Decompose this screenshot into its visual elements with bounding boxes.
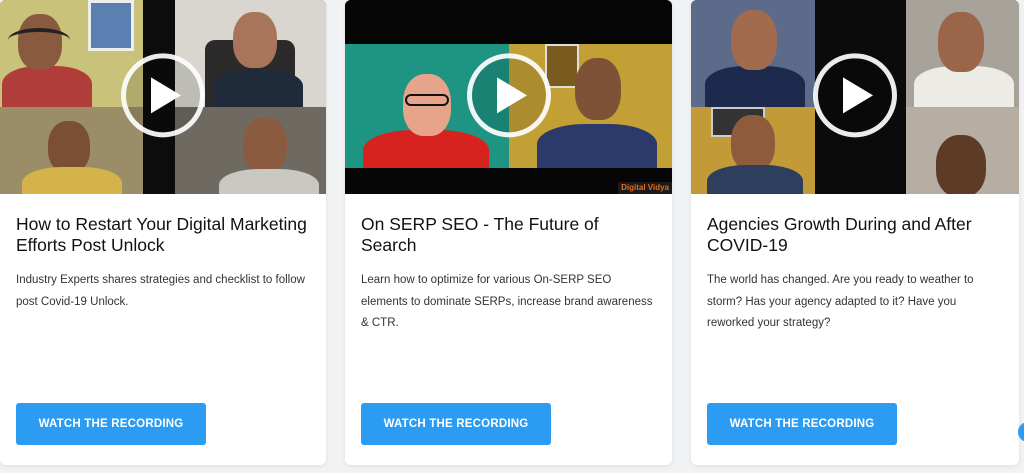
watch-recording-button[interactable]: WATCH THE RECORDING bbox=[361, 403, 551, 445]
card-description: Industry Experts shares strategies and c… bbox=[16, 274, 305, 308]
brand-watermark: Digital Vidya bbox=[618, 182, 672, 194]
card-description: The world has changed. Are you ready to … bbox=[707, 274, 974, 329]
play-icon bbox=[151, 77, 181, 114]
play-button[interactable] bbox=[466, 53, 551, 138]
card-title: How to Restart Your Digital Marketing Ef… bbox=[16, 214, 307, 255]
video-thumbnail[interactable]: Digital Vidya bbox=[345, 0, 672, 194]
card-title: Agencies Growth During and After COVID-1… bbox=[707, 214, 972, 255]
webinar-card: Digital Vidya On SERP SEO - The Future o… bbox=[345, 0, 672, 465]
play-button[interactable] bbox=[813, 53, 897, 138]
webinar-card: How to Restart Your Digital Marketing Ef… bbox=[0, 0, 326, 465]
play-icon bbox=[843, 77, 873, 114]
play-button[interactable] bbox=[121, 53, 205, 138]
webinar-card: Agencies Growth During and After COVID-1… bbox=[691, 0, 1019, 465]
video-thumbnail[interactable] bbox=[691, 0, 1019, 194]
watch-recording-button[interactable]: WATCH THE RECORDING bbox=[707, 403, 897, 445]
play-icon bbox=[496, 77, 527, 114]
watch-recording-button[interactable]: WATCH THE RECORDING bbox=[16, 403, 206, 445]
video-thumbnail[interactable] bbox=[0, 0, 326, 194]
card-title: On SERP SEO - The Future of Search bbox=[361, 214, 599, 255]
card-description: Learn how to optimize for various On-SER… bbox=[361, 274, 653, 329]
